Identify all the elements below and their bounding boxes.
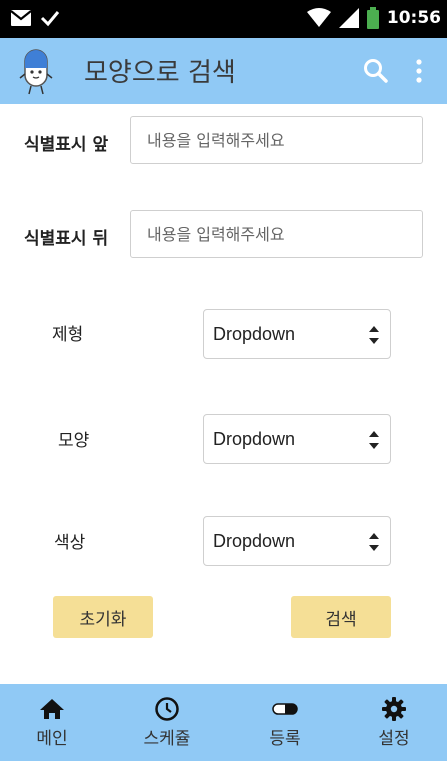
gear-icon (382, 697, 406, 721)
shape-label: 모양 (58, 431, 90, 451)
back-mark-label: 식별표시 뒤 (24, 229, 109, 249)
color-value: Dropdown (213, 531, 296, 551)
page-title: 모양으로 검색 (84, 58, 236, 88)
updown-arrows-icon (369, 326, 379, 344)
color-dropdown[interactable]: Dropdown (203, 516, 391, 566)
form-type-value: Dropdown (213, 324, 296, 344)
reset-button[interactable]: 초기화 (53, 596, 153, 638)
pill-mascot-logo (19, 49, 53, 95)
form-type-label: 제형 (52, 325, 84, 345)
mail-icon (10, 10, 32, 26)
pill-icon (272, 703, 298, 715)
clock-icon (155, 697, 179, 721)
updown-arrows-icon (369, 431, 379, 449)
app-bar: 모양으로 검색 (0, 38, 447, 104)
front-mark-input[interactable] (130, 116, 423, 164)
check-icon (40, 11, 60, 27)
search-icon[interactable] (363, 58, 389, 84)
bottom-nav: 메인 스케쥴 등록 설정 (0, 684, 447, 761)
form-type-dropdown[interactable]: Dropdown (203, 309, 391, 359)
nav-label-main: 메인 (36, 729, 68, 749)
home-icon (40, 699, 64, 719)
signal-icon (338, 8, 359, 28)
nav-label-settings: 설정 (378, 729, 410, 749)
wifi-icon (306, 8, 331, 27)
nav-item-settings[interactable]: 설정 (364, 684, 424, 761)
nav-label-register: 등록 (269, 729, 301, 749)
updown-arrows-icon (369, 533, 379, 551)
shape-value: Dropdown (213, 429, 296, 449)
nav-item-main[interactable]: 메인 (22, 684, 82, 761)
search-button[interactable]: 검색 (291, 596, 391, 638)
battery-icon (366, 7, 379, 29)
front-mark-label: 식별표시 앞 (24, 135, 109, 155)
color-label: 색상 (54, 533, 86, 553)
nav-label-schedule: 스케쥴 (143, 729, 191, 749)
back-mark-input[interactable] (130, 210, 423, 258)
status-time: 10:56 (386, 8, 441, 28)
nav-item-register[interactable]: 등록 (255, 684, 315, 761)
more-vert-icon[interactable] (409, 58, 429, 84)
nav-item-schedule[interactable]: 스케쥴 (130, 684, 204, 761)
status-bar: 10:56 (0, 0, 447, 38)
shape-dropdown[interactable]: Dropdown (203, 414, 391, 464)
